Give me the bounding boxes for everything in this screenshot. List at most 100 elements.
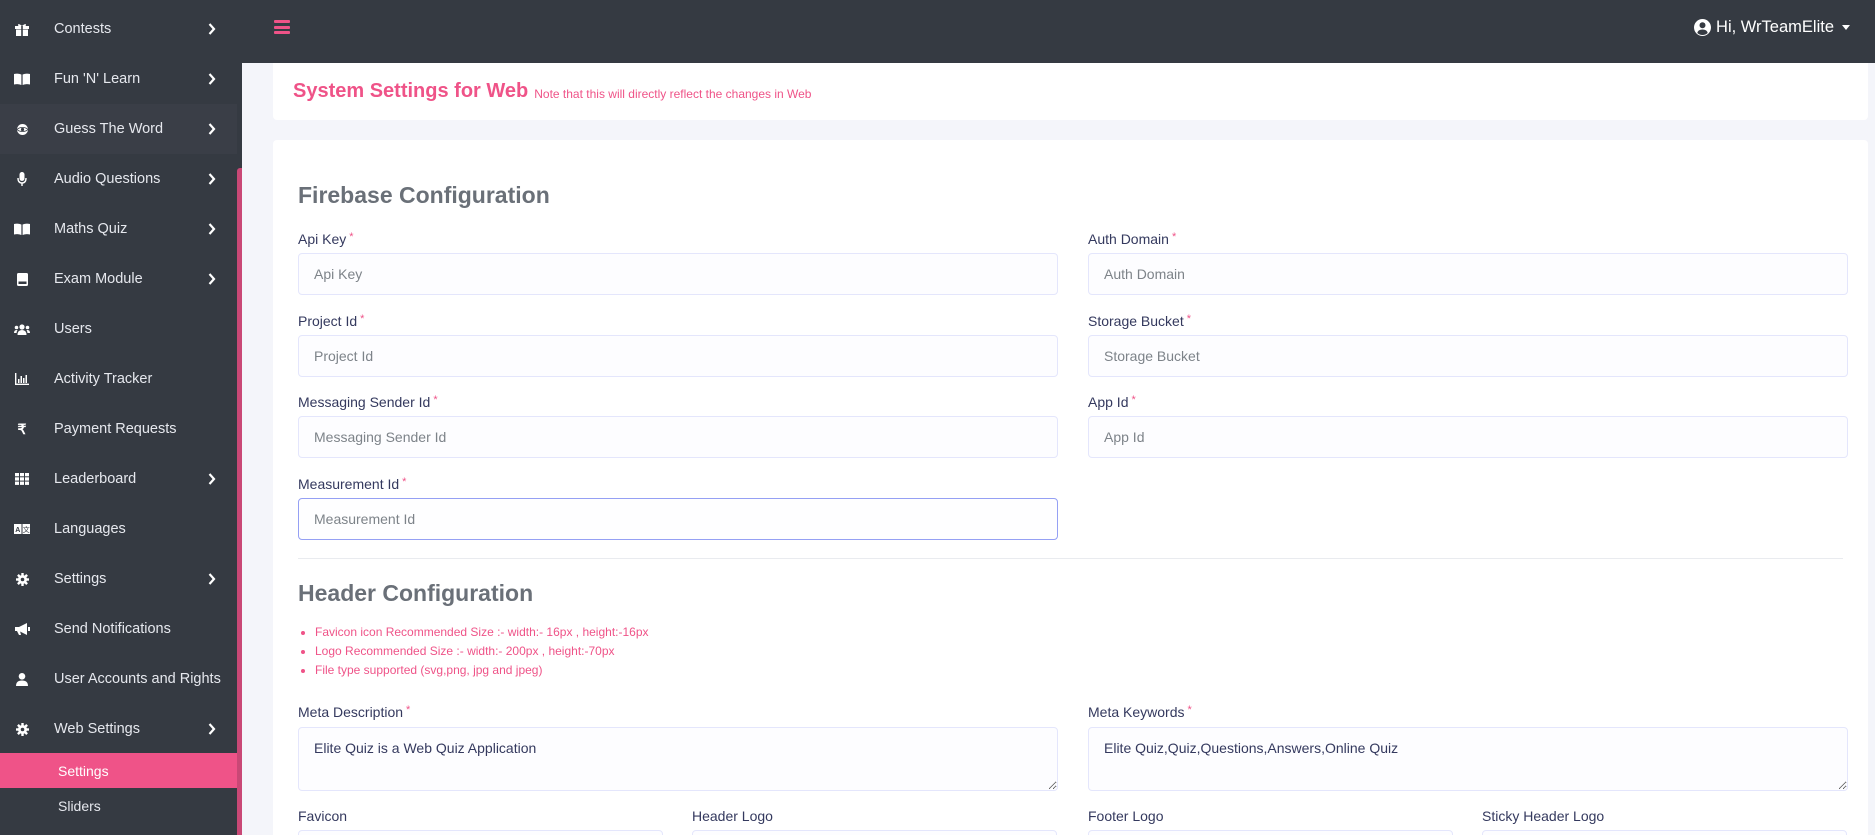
sidebar-item-label: Fun 'N' Learn: [54, 71, 141, 87]
sidebar-item-label: Activity Tracker: [54, 371, 153, 387]
sidebar-item-activity-tracker[interactable]: Activity Tracker: [0, 354, 237, 404]
book-icon: [14, 271, 30, 287]
chevron-right-icon: [205, 23, 219, 35]
chart-bar-icon: [14, 371, 30, 387]
messaging-sender-id-input[interactable]: [298, 416, 1058, 458]
note-item: File type supported (svg,png, jpg and jp…: [315, 663, 649, 677]
chevron-right-icon: [205, 473, 219, 485]
required-mark: *: [402, 476, 407, 488]
sticky-header-logo-label: Sticky Header Logo: [1482, 808, 1605, 824]
sidebar-subitem-label: Sliders: [58, 797, 101, 814]
sidebar-item-contests[interactable]: Contests: [0, 4, 237, 54]
sidebar-item-settings[interactable]: Settings: [0, 554, 237, 604]
sidebar-item-send-notifications[interactable]: Send Notifications: [0, 604, 237, 654]
sidebar-item-exam-module[interactable]: Exam Module: [0, 254, 237, 304]
required-mark: *: [406, 704, 411, 716]
footer-logo-file-input[interactable]: [1088, 830, 1453, 835]
api-key-label: Api Key *: [298, 231, 354, 247]
sidebar-item-leaderboard[interactable]: Leaderboard: [0, 454, 237, 504]
favicon-file-input[interactable]: [298, 830, 663, 835]
required-mark: *: [1131, 394, 1136, 406]
chevron-right-icon: [205, 123, 219, 135]
meta-description-label: Meta Description *: [298, 704, 410, 720]
storage-bucket-input[interactable]: [1088, 335, 1848, 377]
sidebar-item-user-accounts-and-rights[interactable]: User Accounts and Rights: [0, 654, 237, 704]
users-icon: [14, 321, 30, 337]
gear-icon: [14, 571, 30, 587]
sidebar-item-label: Languages: [54, 521, 126, 537]
caret-down-icon: [1842, 25, 1850, 30]
sidebar-item-payment-requests[interactable]: ₹ Payment Requests: [0, 404, 237, 454]
label-text: Project Id: [298, 313, 358, 329]
messaging-sender-id-label: Messaging Sender Id *: [298, 394, 438, 410]
sidebar-item-label: Contests: [54, 21, 112, 37]
sticky-header-logo-file-input[interactable]: [1482, 830, 1847, 835]
note-item: Logo Recommended Size :- width:- 200px ,…: [315, 644, 649, 658]
svg-text:A: A: [15, 527, 20, 534]
header-config-notes: Favicon icon Recommended Size :- width:-…: [315, 625, 649, 682]
rupee-icon: ₹: [17, 420, 27, 437]
sidebar-item-label: Settings: [54, 571, 107, 587]
meta-keywords-textarea[interactable]: Elite Quiz,Quiz,Questions,Answers,Online…: [1088, 727, 1848, 791]
chevron-right-icon: [205, 573, 219, 585]
sidebar-subitem-sliders[interactable]: Sliders: [0, 788, 242, 823]
book-open-icon: [14, 71, 30, 87]
app-id-label: App Id *: [1088, 394, 1136, 410]
section-divider: [298, 558, 1843, 559]
firebase-section-title: Firebase Configuration: [298, 182, 550, 208]
auth-domain-input[interactable]: [1088, 253, 1848, 295]
sidebar-item-label: Users: [54, 321, 92, 337]
api-key-input[interactable]: [298, 253, 1058, 295]
sidebar-item-users[interactable]: Users: [0, 304, 237, 354]
sidebar-scrollbar[interactable]: [237, 168, 242, 835]
required-mark: *: [1187, 704, 1192, 716]
sidebar-item-web-settings[interactable]: Web Settings: [0, 704, 237, 754]
app-id-input[interactable]: [1088, 416, 1848, 458]
meta-description-textarea[interactable]: Elite Quiz is a Web Quiz Application: [298, 727, 1058, 791]
gear-icon: [14, 721, 30, 737]
meta-keywords-label: Meta Keywords *: [1088, 704, 1192, 720]
megaphone-icon: [14, 621, 30, 637]
label-text: Api Key: [298, 231, 347, 247]
sidebar-item-fun-n-learn[interactable]: Fun 'N' Learn: [0, 54, 237, 104]
svg-text:文: 文: [23, 525, 30, 534]
user-circle-icon: [1694, 19, 1712, 36]
sidebar-item-label: Maths Quiz: [54, 221, 128, 237]
label-text: Measurement Id: [298, 476, 400, 492]
measurement-id-input[interactable]: [298, 498, 1058, 540]
label-text: App Id: [1088, 394, 1129, 410]
header-logo-file-input[interactable]: [692, 830, 1057, 835]
header-logo-label: Header Logo: [692, 808, 773, 824]
measurement-id-label: Measurement Id *: [298, 476, 406, 492]
hamburger-menu-icon[interactable]: [274, 20, 290, 34]
label-text: Meta Description: [298, 704, 404, 720]
chevron-right-icon: [205, 223, 219, 235]
label-text: Meta Keywords: [1088, 704, 1185, 720]
sidebar-subitem-settings[interactable]: Settings: [0, 753, 242, 788]
user-dropdown[interactable]: Hi, WrTeamElite: [1694, 18, 1850, 37]
label-text: Auth Domain: [1088, 231, 1169, 247]
label-text: Messaging Sender Id: [298, 394, 431, 410]
project-id-input[interactable]: [298, 335, 1058, 377]
sidebar-item-audio-questions[interactable]: Audio Questions: [0, 154, 237, 204]
book-open-icon: [14, 221, 30, 237]
sidebar-item-label: Audio Questions: [54, 171, 161, 187]
sidebar-item-label: User Accounts and Rights: [54, 671, 221, 687]
sidebar: Contests Fun 'N' Learn Guess The Word Au…: [0, 0, 242, 835]
sidebar-item-maths-quiz[interactable]: Maths Quiz: [0, 204, 237, 254]
sidebar-item-guess-the-word[interactable]: Guess The Word: [0, 104, 237, 154]
sidebar-item-languages[interactable]: A文 Languages: [0, 504, 237, 554]
chevron-right-icon: [205, 73, 219, 85]
sidebar-item-label: Send Notifications: [54, 621, 171, 637]
sidebar-subitem-label: Settings: [58, 762, 109, 779]
user-greeting: Hi, WrTeamElite: [1716, 18, 1834, 36]
language-icon: A文: [14, 521, 30, 537]
sidebar-item-label: Web Settings: [54, 721, 140, 737]
required-mark: *: [349, 231, 354, 243]
required-mark: *: [1171, 231, 1177, 243]
chevron-right-icon: [205, 273, 219, 285]
chevron-right-icon: [205, 173, 219, 185]
chevron-right-icon: [205, 723, 219, 735]
settings-form-card: Firebase Configuration Api Key* Auth Dom…: [273, 140, 1868, 835]
user-icon: [14, 671, 30, 687]
